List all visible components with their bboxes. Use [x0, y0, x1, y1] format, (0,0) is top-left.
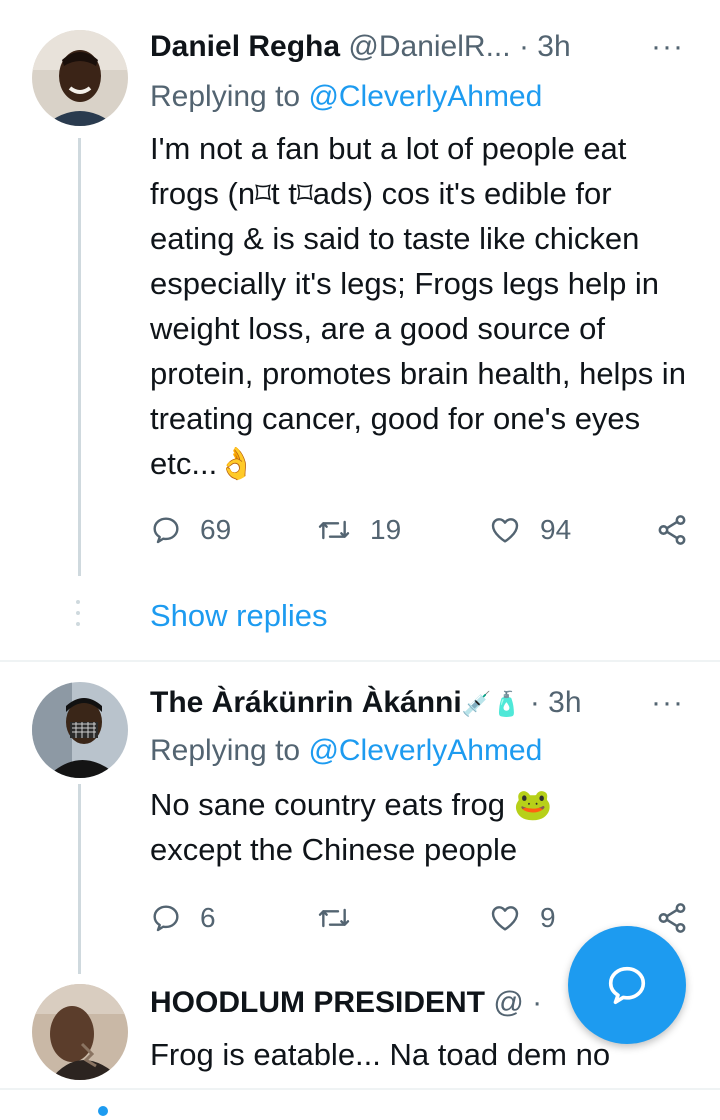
reply-button[interactable]: 69	[150, 510, 231, 550]
more-icon[interactable]: ···	[651, 30, 684, 64]
bottom-divider	[0, 1088, 720, 1090]
avatar[interactable]	[32, 682, 128, 778]
reply-count: 69	[200, 514, 232, 545]
nav-indicator-dot	[98, 1106, 108, 1116]
thread-more-dots	[76, 600, 82, 633]
share-button[interactable]	[654, 898, 708, 938]
replying-to-mention[interactable]: @CleverlyAhmed	[308, 80, 542, 113]
like-icon	[491, 518, 519, 543]
tweet-text: I'm not a fan but a lot of people eat fr…	[150, 131, 686, 481]
name-emoji: 💉🧴	[461, 691, 522, 718]
share-icon	[658, 515, 686, 545]
user-handle[interactable]: @DanielR...	[348, 30, 510, 63]
reply-icon	[153, 517, 179, 544]
replying-to-label: Replying to	[150, 734, 309, 767]
retweet-icon	[318, 908, 350, 928]
retweet-icon	[318, 520, 350, 540]
retweet-button[interactable]: 19	[316, 510, 401, 550]
reply-button[interactable]: 6	[150, 898, 216, 938]
tweet-header: The Àrákünrin Àkánni💉🧴 · 3h ···	[150, 686, 700, 726]
tweet-actions: 69 19 94	[150, 510, 700, 550]
reply-count: 6	[200, 902, 216, 933]
compose-reply-icon	[608, 966, 646, 1005]
timestamp[interactable]: 3h	[548, 686, 581, 719]
retweet-button[interactable]	[316, 898, 370, 938]
like-count: 9	[540, 902, 556, 933]
user-handle[interactable]: @	[493, 986, 523, 1019]
like-button[interactable]: 94	[488, 510, 571, 550]
replying-to: Replying to @CleverlyAhmed	[150, 734, 542, 768]
thread-line	[78, 784, 81, 974]
reply-icon	[153, 905, 179, 932]
separator: ·	[518, 30, 529, 63]
tweet-daniel-regha[interactable]: Daniel Regha @DanielR... · 3h ··· Replyi…	[0, 0, 720, 660]
like-count: 94	[540, 514, 572, 545]
compose-reply-button[interactable]	[568, 926, 686, 1044]
tweet-arakunrin-akanni[interactable]: The Àrákünrin Àkánni💉🧴 · 3h ··· Replying…	[0, 662, 720, 974]
retweet-count: 19	[370, 514, 402, 545]
replying-to: Replying to @CleverlyAhmed	[150, 80, 542, 114]
display-name[interactable]: Daniel Regha	[150, 30, 340, 63]
display-name[interactable]: HOODLUM PRESIDENT	[150, 986, 485, 1019]
separator: ·	[529, 686, 540, 719]
show-replies-link[interactable]: Show replies	[150, 598, 327, 634]
share-button[interactable]	[654, 510, 708, 550]
avatar[interactable]	[32, 30, 128, 126]
thread-line	[78, 138, 81, 576]
separator: ·	[532, 986, 543, 1019]
like-icon	[491, 906, 519, 931]
display-name[interactable]: The Àrákünrin Àkánni	[150, 686, 462, 719]
avatar[interactable]	[32, 984, 128, 1080]
like-button[interactable]: 9	[488, 898, 556, 938]
timestamp[interactable]: 3h	[537, 30, 570, 63]
tweet-text: No sane country eats frog 🐸 except the C…	[150, 787, 553, 867]
tweet-header: Daniel Regha @DanielR... · 3h ···	[150, 30, 700, 70]
replying-to-label: Replying to	[150, 80, 309, 113]
more-icon[interactable]: ···	[651, 686, 684, 720]
replying-to-mention[interactable]: @CleverlyAhmed	[308, 734, 542, 767]
share-icon	[658, 903, 686, 933]
